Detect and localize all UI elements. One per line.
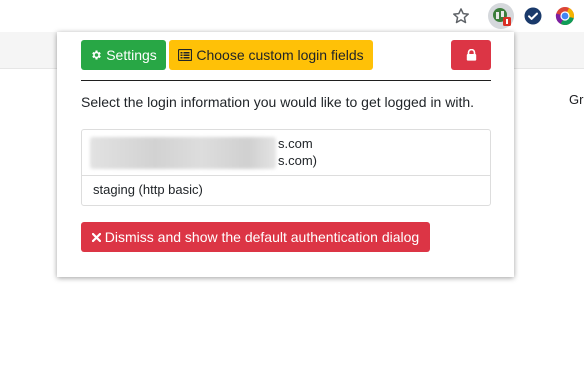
lock-icon: [466, 49, 477, 61]
lock-button[interactable]: [451, 40, 491, 70]
login-list: s.com s.com) staging (http basic): [81, 129, 491, 206]
choose-custom-fields-button[interactable]: Choose custom login fields: [169, 40, 373, 70]
browser-toolbar: [0, 0, 584, 32]
list-alt-icon: [178, 49, 193, 61]
redacted-credential: [90, 137, 276, 169]
gear-icon: [90, 49, 102, 61]
choose-custom-fields-label: Choose custom login fields: [196, 47, 364, 63]
login-extension-icon[interactable]: [488, 3, 514, 29]
check-circle-icon[interactable]: [524, 7, 542, 25]
dismiss-label: Dismiss and show the default authenticat…: [104, 229, 420, 245]
login-item-staging-label: staging (http basic): [93, 182, 203, 197]
login-popup: Settings Choose custom login fields Sele…: [57, 32, 514, 277]
divider: [81, 80, 491, 81]
login-item[interactable]: s.com s.com): [82, 130, 490, 176]
login-item-staging[interactable]: staging (http basic): [82, 176, 490, 205]
settings-button[interactable]: Settings: [81, 40, 166, 70]
times-icon: [91, 232, 101, 242]
login-item-line1: s.com: [278, 136, 313, 151]
settings-label: Settings: [106, 47, 157, 63]
star-icon[interactable]: [451, 6, 471, 26]
login-prompt: Select the login information you would l…: [81, 94, 475, 110]
background-page-text: Gr: [569, 92, 584, 107]
chrome-logo-icon[interactable]: [555, 6, 575, 26]
dismiss-button[interactable]: Dismiss and show the default authenticat…: [81, 222, 430, 252]
login-item-line2: s.com): [278, 153, 317, 168]
